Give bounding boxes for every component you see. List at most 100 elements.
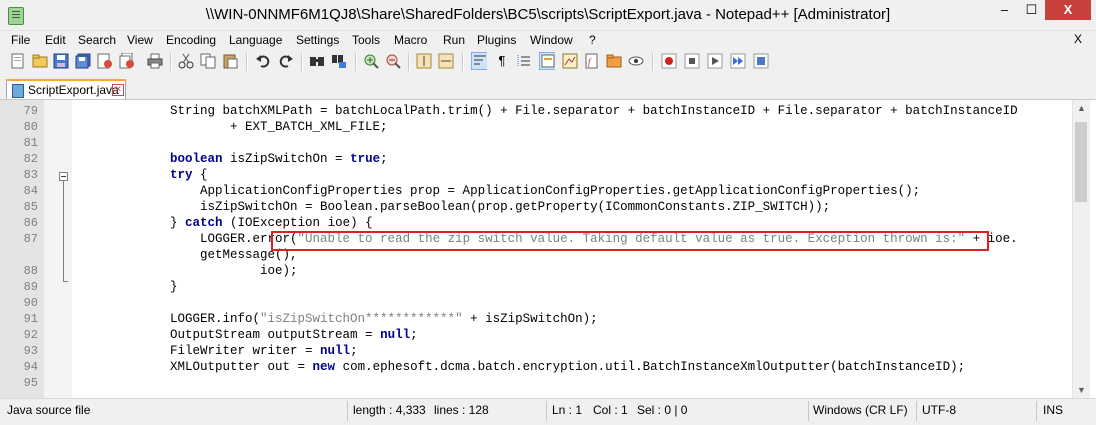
tab-close-icon[interactable]: ✕ [112, 84, 124, 96]
code-line[interactable]: ioe); [80, 263, 298, 279]
close-document-button[interactable]: X [1074, 32, 1082, 46]
close-all-icon[interactable] [119, 53, 135, 69]
tab-scriptexport-java[interactable]: ScriptExport.java ✕ [6, 79, 126, 99]
folder-workspace-icon[interactable] [606, 53, 622, 69]
cut-icon[interactable] [178, 53, 194, 69]
scroll-down-icon[interactable]: ▼ [1073, 382, 1090, 399]
menu-language[interactable]: Language [229, 33, 282, 47]
menu-run[interactable]: Run [443, 33, 465, 47]
line-number: 90 [23, 296, 38, 310]
paste-icon[interactable] [222, 53, 238, 69]
code-line[interactable]: + EXT_BATCH_XML_FILE; [80, 119, 388, 135]
menu-window[interactable]: Window [530, 33, 573, 47]
tab-bar: ScriptExport.java ✕ [0, 77, 1096, 99]
play-multiple-icon[interactable] [730, 53, 746, 69]
menu-file[interactable]: File [11, 33, 30, 47]
line-number: 86 [23, 216, 38, 230]
code-text: XMLOutputter out = [80, 360, 313, 374]
menu-plugins[interactable]: Plugins [477, 33, 516, 47]
new-file-icon[interactable] [10, 53, 26, 69]
sync-horizontal-icon[interactable] [438, 53, 454, 69]
undo-icon[interactable] [255, 53, 271, 69]
code-line[interactable]: getMessage(), [80, 247, 298, 263]
code-line[interactable]: LOGGER.info("isZipSwitchOn************" … [80, 311, 598, 327]
menu-tools[interactable]: Tools [352, 33, 380, 47]
fold-end [63, 281, 68, 282]
status-encoding: UTF-8 [922, 403, 956, 417]
fold-toggle-icon[interactable] [59, 172, 68, 181]
code-text: com.ephesoft.dcma.batch.encryption.util.… [335, 360, 966, 374]
status-ln: Ln : 1 [552, 403, 583, 417]
menu-settings[interactable]: Settings [296, 33, 339, 47]
save-macro-icon[interactable] [753, 53, 769, 69]
show-all-chars-icon[interactable]: ¶ [494, 53, 510, 69]
line-number: 89 [23, 280, 38, 294]
menu-macro[interactable]: Macro [394, 33, 427, 47]
stop-record-icon[interactable] [684, 53, 700, 69]
code-line[interactable]: String batchXMLPath = batchLocalPath.tri… [80, 103, 1018, 119]
menu-encoding[interactable]: Encoding [166, 33, 216, 47]
code-keyword: null [320, 344, 351, 358]
close-window-button[interactable]: X [1045, 0, 1091, 20]
doc-map-icon[interactable] [562, 53, 578, 69]
print-icon[interactable] [147, 53, 163, 69]
title-bar: \\WIN-0NNMF6M1QJ8\Share\SharedFolders\BC… [0, 0, 1096, 31]
line-number: 80 [23, 120, 38, 134]
vertical-scrollbar[interactable]: ▲ ▼ [1072, 100, 1090, 399]
play-macro-icon[interactable] [707, 53, 723, 69]
function-list-icon[interactable]: f [584, 53, 600, 69]
scroll-thumb[interactable] [1075, 122, 1087, 202]
code-text: (IOException ioe) { [222, 216, 373, 230]
sync-vertical-icon[interactable] [416, 53, 432, 69]
scroll-up-icon[interactable]: ▲ [1073, 100, 1090, 117]
code-text: ; [350, 344, 358, 358]
replace-icon[interactable] [331, 53, 347, 69]
code-line[interactable]: } [80, 279, 178, 295]
code-text: } [80, 280, 178, 294]
code-line[interactable]: isZipSwitchOn = Boolean.parseBoolean(pro… [80, 199, 830, 215]
code-line[interactable]: OutputStream outputStream = null; [80, 327, 418, 343]
close-file-icon[interactable] [97, 53, 113, 69]
menu-help[interactable]: ? [589, 33, 596, 47]
code-line[interactable]: XMLOutputter out = new com.ephesoft.dcma… [80, 359, 965, 375]
zoom-in-icon[interactable] [363, 53, 379, 69]
menu-bar: File Edit Search View Encoding Language … [0, 31, 1096, 49]
minimize-button[interactable]: – [991, 0, 1018, 20]
indent-guide-icon[interactable] [516, 53, 532, 69]
save-icon[interactable] [53, 53, 69, 69]
find-icon[interactable] [309, 53, 325, 69]
save-all-icon[interactable] [75, 53, 91, 69]
tab-label: ScriptExport.java [28, 83, 119, 97]
editor[interactable]: String batchXMLPath = batchLocalPath.tri… [0, 99, 1096, 399]
monitor-icon[interactable] [628, 53, 644, 69]
word-wrap-icon[interactable] [471, 52, 487, 70]
open-file-icon[interactable] [32, 53, 48, 69]
code-line[interactable]: } catch (IOException ioe) { [80, 215, 373, 231]
zoom-out-icon[interactable] [385, 53, 401, 69]
maximize-button[interactable]: ☐ [1018, 0, 1045, 20]
code-string: "isZipSwitchOn************" [260, 312, 463, 326]
file-saved-icon [12, 84, 24, 98]
line-number: 92 [23, 328, 38, 342]
menu-search[interactable]: Search [78, 33, 116, 47]
line-number: 91 [23, 312, 38, 326]
copy-icon[interactable] [200, 53, 216, 69]
code-text: isZipSwitchOn = [222, 152, 351, 166]
status-eol: Windows (CR LF) [813, 403, 908, 417]
code-line[interactable]: try { [80, 167, 208, 183]
code-keyword: catch [185, 216, 223, 230]
menu-view[interactable]: View [127, 33, 153, 47]
status-lines: lines : 128 [434, 403, 489, 417]
code-line[interactable]: boolean isZipSwitchOn = true; [80, 151, 388, 167]
code-text: String batchXMLPath = batchLocalPath.tri… [80, 104, 1018, 118]
line-number: 88 [23, 264, 38, 278]
menu-edit[interactable]: Edit [45, 33, 66, 47]
redo-icon[interactable] [278, 53, 294, 69]
line-number: 83 [23, 168, 38, 182]
code-line[interactable]: FileWriter writer = null; [80, 343, 358, 359]
code-line[interactable]: ApplicationConfigProperties prop = Appli… [80, 183, 920, 199]
user-language-icon[interactable] [539, 52, 555, 70]
record-macro-icon[interactable] [661, 53, 677, 69]
